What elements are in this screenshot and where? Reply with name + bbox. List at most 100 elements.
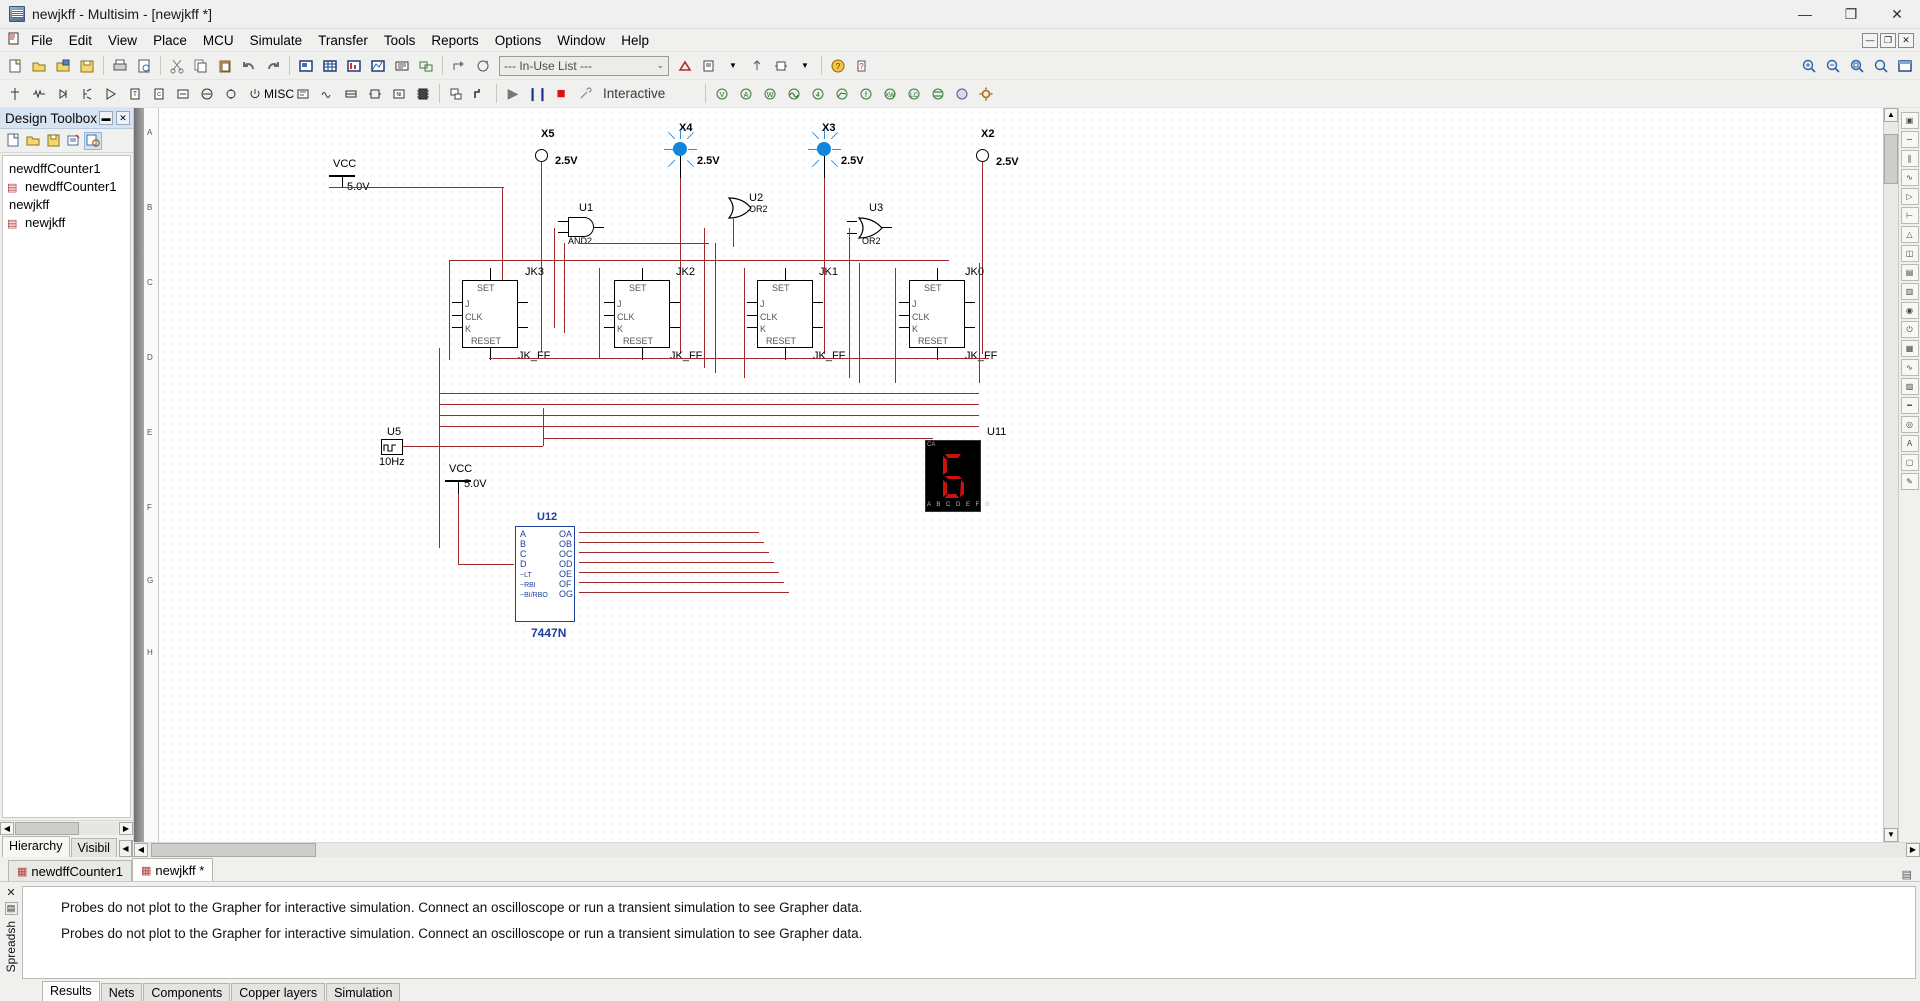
in-use-list-combo[interactable]: --- In-Use List --- ⌄ — [499, 55, 669, 76]
canvas-scroll-track[interactable] — [148, 843, 1906, 857]
multimeter-icon[interactable]: V — [711, 83, 733, 105]
toggle-fullscreen-icon[interactable] — [1894, 55, 1916, 77]
rail-cmos-icon[interactable]: ▥ — [1900, 283, 1919, 300]
zoom-fit-icon[interactable] — [1870, 55, 1892, 77]
scroll-down-arrow-icon[interactable]: ▼ — [1884, 828, 1898, 842]
rail-connector-icon[interactable]: ▨ — [1900, 378, 1919, 395]
tab-hierarchy[interactable]: Hierarchy — [2, 836, 70, 857]
help-icon[interactable]: ? — [827, 55, 849, 77]
menu-view[interactable]: View — [100, 30, 145, 51]
new-sheet-icon[interactable] — [4, 132, 22, 150]
gate-u2-symbol[interactable] — [727, 196, 753, 220]
rail-opamp-icon[interactable]: △ — [1900, 226, 1919, 243]
copy-icon[interactable] — [190, 55, 212, 77]
gate-u3-symbol[interactable] — [857, 216, 885, 240]
menu-mcu[interactable]: MCU — [195, 30, 242, 51]
frequency-counter-icon[interactable]: f — [855, 83, 877, 105]
logic-analyzer-icon[interactable] — [927, 83, 949, 105]
save-icon[interactable] — [76, 55, 98, 77]
settings-icon[interactable] — [975, 83, 997, 105]
rail-graphic-icon[interactable]: ▢ — [1900, 454, 1919, 471]
mdi-minimize-button[interactable]: — — [1862, 32, 1878, 48]
open-document-icon[interactable] — [28, 55, 50, 77]
close-icon[interactable]: ✕ — [6, 886, 15, 899]
grapher-icon[interactable] — [319, 55, 341, 77]
mixed-icon[interactable] — [196, 83, 218, 105]
zoom-out-icon[interactable] — [1822, 55, 1844, 77]
connector-icon[interactable] — [364, 83, 386, 105]
back-annotate-icon[interactable] — [448, 55, 470, 77]
component-wizard-icon[interactable] — [674, 55, 696, 77]
menu-simulate[interactable]: Simulate — [242, 30, 311, 51]
menu-options[interactable]: Options — [487, 30, 550, 51]
run-simulation-button[interactable]: ▶ — [502, 83, 524, 105]
full-screen-icon[interactable] — [295, 55, 317, 77]
results-list[interactable]: Probes do not plot to the Grapher for in… — [22, 886, 1916, 979]
power-icon[interactable] — [244, 83, 266, 105]
nilb-icon[interactable]: NI — [388, 83, 410, 105]
rail-probe-icon[interactable]: ◎ — [1900, 416, 1919, 433]
rail-rf-icon[interactable]: ∿ — [1900, 359, 1919, 376]
rail-comment-icon[interactable]: ✎ — [1900, 473, 1919, 490]
ss-tab-results[interactable]: Results — [42, 981, 100, 1001]
rail-logic-icon[interactable]: ◫ — [1900, 245, 1919, 262]
goto-parent-icon[interactable] — [746, 55, 768, 77]
menu-tools[interactable]: Tools — [376, 30, 424, 51]
word-generator-icon[interactable]: XW — [879, 83, 901, 105]
new-document-icon[interactable] — [4, 55, 26, 77]
advanced-peripherals-icon[interactable] — [292, 83, 314, 105]
misc-icon[interactable]: MISC — [264, 83, 294, 105]
scroll-left-arrow-icon[interactable]: ◀ — [0, 821, 14, 835]
minimize-panel-icon[interactable]: ▬ — [99, 111, 113, 125]
bus-icon[interactable] — [469, 83, 491, 105]
tab-prev-arrow-icon[interactable]: ◀ — [118, 840, 132, 857]
open-sheet-icon[interactable] — [24, 132, 42, 150]
menu-transfer[interactable]: Transfer — [310, 30, 376, 51]
rail-inductor-icon[interactable]: ∿ — [1900, 169, 1919, 186]
tab-visibility[interactable]: Visibil — [70, 838, 117, 857]
rail-diode-icon[interactable]: ▷ — [1900, 188, 1919, 205]
forward-annotate-icon[interactable] — [472, 55, 494, 77]
hierarchical-block-icon[interactable] — [445, 83, 467, 105]
open-design-icon[interactable] — [52, 55, 74, 77]
schematic-canvas[interactable]: VCC 5.0V X5 2.5V X4 2.5V X3 2.5V X2 2.5V… — [159, 108, 1883, 842]
database-manager-icon[interactable] — [698, 55, 720, 77]
rail-place-component-icon[interactable]: ▣ — [1900, 112, 1919, 129]
create-subcircuit-icon[interactable] — [770, 55, 792, 77]
cmos-icon[interactable]: C — [148, 83, 170, 105]
scroll-thumb[interactable] — [15, 821, 79, 835]
help-context-icon[interactable]: ? — [851, 55, 873, 77]
doc-tab-newdffcounter1[interactable]: ▦ newdffCounter1 — [8, 860, 132, 881]
tree-item-newdffcounter1-root[interactable]: newdffCounter1 — [3, 159, 130, 177]
menu-edit[interactable]: Edit — [61, 30, 100, 51]
analog-icon[interactable] — [100, 83, 122, 105]
probe-x2[interactable] — [976, 149, 989, 162]
scroll-track[interactable] — [15, 821, 118, 835]
rail-misc-icon[interactable]: ▦ — [1900, 340, 1919, 357]
basic-icon[interactable] — [28, 83, 50, 105]
gate-u1-symbol[interactable] — [568, 217, 594, 237]
minimize-button[interactable]: — — [1782, 0, 1828, 29]
capture-screen-area-icon[interactable] — [415, 55, 437, 77]
rf-icon[interactable] — [316, 83, 338, 105]
rail-capacitor-icon[interactable]: ∥ — [1900, 150, 1919, 167]
redo-icon[interactable] — [262, 55, 284, 77]
canvas-scroll-thumb[interactable] — [151, 843, 316, 857]
tab-overflow-icon[interactable]: ▤ — [1902, 868, 1912, 881]
ss-tab-copper-layers[interactable]: Copper layers — [231, 983, 326, 1001]
rail-text-icon[interactable]: A — [1900, 435, 1919, 452]
menu-file[interactable]: File — [23, 30, 61, 51]
dropdown-arrow-icon[interactable]: ▼ — [722, 55, 744, 77]
transistor-icon[interactable] — [76, 83, 98, 105]
canvas-vertical-scrollbar[interactable]: ▲ ▼ — [1883, 108, 1898, 842]
clock-symbol[interactable] — [381, 439, 403, 455]
stop-simulation-button[interactable]: ■ — [550, 83, 572, 105]
menu-help[interactable]: Help — [613, 30, 657, 51]
pause-simulation-button[interactable]: ❙❙ — [526, 83, 548, 105]
rail-power-icon[interactable]: ⏻ — [1900, 321, 1919, 338]
tree-item-newjkff-root[interactable]: newjkff — [3, 195, 130, 213]
rail-resistor-icon[interactable]: ∼ — [1900, 131, 1919, 148]
maximize-button[interactable]: ❐ — [1828, 0, 1874, 29]
four-channel-oscilloscope-icon[interactable]: 4 — [807, 83, 829, 105]
function-generator-icon[interactable]: A — [735, 83, 757, 105]
